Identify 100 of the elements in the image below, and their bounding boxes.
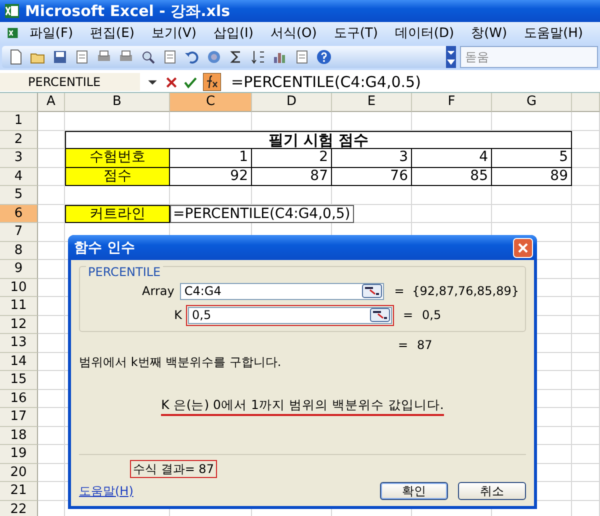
argument-field[interactable]: 0,5: [188, 306, 392, 324]
row-header[interactable]: 14: [0, 352, 38, 371]
menu-item[interactable]: 창(W): [471, 24, 508, 42]
check-icon[interactable]: [184, 76, 197, 88]
cell-input[interactable]: =PERCENTILE(C4:G4,0,5): [170, 204, 354, 223]
collapse-dialog-icon[interactable]: [362, 284, 382, 298]
grid-cell[interactable]: [492, 204, 572, 223]
grid-cell[interactable]: [572, 149, 600, 168]
row-header[interactable]: 6: [0, 204, 38, 223]
grid-cell[interactable]: [38, 112, 65, 130]
cancel-icon[interactable]: [165, 76, 178, 88]
grid-cell[interactable]: [572, 408, 600, 426]
menu-item[interactable]: 보기(V): [151, 24, 196, 42]
grid-cell[interactable]: [65, 112, 170, 130]
row-header[interactable]: 1: [0, 112, 38, 130]
save-icon[interactable]: [52, 49, 68, 65]
ok-button[interactable]: 확인: [380, 482, 448, 500]
menu-item[interactable]: 파일(F): [29, 24, 74, 42]
row-header[interactable]: 2: [0, 130, 38, 149]
row-header[interactable]: 10: [0, 278, 38, 297]
grid-cell[interactable]: [252, 112, 332, 130]
row-header[interactable]: 22: [0, 500, 38, 516]
row-header[interactable]: 20: [0, 464, 38, 482]
grid-cell[interactable]: [38, 334, 65, 352]
grid-cell[interactable]: [572, 445, 600, 464]
grid-cell[interactable]: [572, 297, 600, 316]
grid-cell[interactable]: [38, 278, 65, 297]
grid-cell[interactable]: [572, 371, 600, 390]
column-header[interactable]: E: [332, 93, 412, 112]
grid-cell[interactable]: [572, 242, 600, 260]
row-header[interactable]: 13: [0, 334, 38, 352]
grid-cell[interactable]: [572, 186, 600, 204]
row-header[interactable]: 21: [0, 482, 38, 500]
grid-cell[interactable]: [38, 426, 65, 445]
row-header[interactable]: 17: [0, 408, 38, 426]
grid-cell[interactable]: [38, 352, 65, 371]
column-header[interactable]: [572, 93, 600, 112]
help-link[interactable]: 도움말(H): [79, 482, 134, 500]
grid-cell[interactable]: [572, 426, 600, 445]
menu-item[interactable]: 편집(E): [90, 24, 134, 42]
help-icon[interactable]: [316, 49, 332, 65]
row-header[interactable]: 4: [0, 168, 38, 186]
grid-cell[interactable]: [572, 390, 600, 408]
grid-cell[interactable]: [38, 408, 65, 426]
grid-cell[interactable]: [572, 482, 600, 500]
column-header[interactable]: A: [38, 93, 65, 112]
grid-cell[interactable]: [38, 186, 65, 204]
undo-icon[interactable]: [184, 49, 200, 65]
menu-item[interactable]: 도움말(H): [524, 24, 583, 42]
grid-cell[interactable]: [412, 186, 492, 204]
search-document-icon[interactable]: [140, 49, 156, 65]
grid-cell[interactable]: [572, 352, 600, 371]
row-header[interactable]: 19: [0, 445, 38, 464]
row-header[interactable]: 5: [0, 186, 38, 204]
toolbar-options-icon[interactable]: [446, 46, 456, 68]
grid-cell[interactable]: [492, 186, 572, 204]
grid-cell[interactable]: [38, 482, 65, 500]
row-header[interactable]: 15: [0, 371, 38, 390]
grid-cell[interactable]: [572, 316, 600, 334]
column-header[interactable]: F: [412, 93, 492, 112]
grid-cell[interactable]: [412, 204, 492, 223]
grid-cell[interactable]: [572, 260, 600, 278]
argument-field[interactable]: C4:G4: [180, 282, 384, 300]
select-all-button[interactable]: [0, 93, 38, 112]
collapse-dialog-icon[interactable]: [370, 308, 390, 322]
grid-cell[interactable]: [38, 464, 65, 482]
row-header[interactable]: 7: [0, 223, 38, 242]
grid-cell[interactable]: [572, 334, 600, 352]
close-icon[interactable]: [513, 238, 533, 258]
formula-input[interactable]: =PERCENTILE(C4:G4,0.5): [227, 73, 421, 91]
grid-cell[interactable]: [38, 242, 65, 260]
grid-cell[interactable]: [38, 297, 65, 316]
column-header[interactable]: D: [252, 93, 332, 112]
menu-item[interactable]: 삽입(I): [213, 24, 254, 42]
grid-cell[interactable]: [38, 316, 65, 334]
row-header[interactable]: 18: [0, 426, 38, 445]
grid-cell[interactable]: [412, 112, 492, 130]
column-header[interactable]: G: [492, 93, 572, 112]
row-header[interactable]: 8: [0, 242, 38, 260]
menu-item[interactable]: 서식(O): [270, 24, 317, 42]
insert-function-icon[interactable]: [203, 73, 221, 91]
grid-cell[interactable]: [492, 112, 572, 130]
grid-cell[interactable]: [38, 130, 65, 149]
grid-cell[interactable]: [572, 112, 600, 130]
grid-cell[interactable]: [38, 371, 65, 390]
grid-cell[interactable]: [38, 223, 65, 242]
row-header[interactable]: 11: [0, 297, 38, 316]
row-header[interactable]: 9: [0, 260, 38, 278]
grid-cell[interactable]: [572, 204, 600, 223]
sort-icon[interactable]: [250, 49, 266, 65]
row-header[interactable]: 16: [0, 390, 38, 408]
grid-cell[interactable]: [170, 112, 252, 130]
grid-cell[interactable]: [38, 390, 65, 408]
grid-cell[interactable]: [332, 112, 412, 130]
new-file-icon[interactable]: [8, 49, 24, 65]
row-header[interactable]: 3: [0, 149, 38, 168]
row-header[interactable]: 12: [0, 316, 38, 334]
grid-cell[interactable]: [38, 445, 65, 464]
name-box[interactable]: PERCENTILE: [0, 73, 140, 91]
grid-cell[interactable]: [572, 223, 600, 242]
